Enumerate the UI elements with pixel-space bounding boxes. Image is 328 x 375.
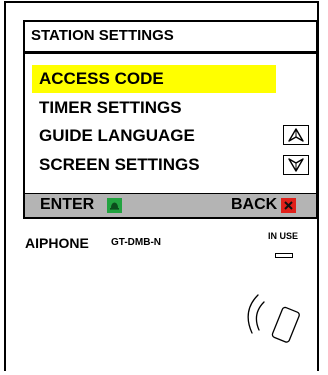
menu-item-timer-settings[interactable]: TIMER SETTINGS (32, 94, 182, 122)
back-label[interactable]: BACK (231, 194, 277, 216)
enter-label[interactable]: ENTER (40, 194, 94, 216)
scroll-down-button[interactable] (283, 155, 309, 175)
back-key[interactable] (281, 198, 296, 213)
brand-name: AIPHONE (25, 235, 89, 251)
menu-item-access-code[interactable]: ACCESS CODE (32, 65, 276, 93)
down-arrow-icon (288, 158, 304, 172)
intercom-panel: STATION SETTINGS ACCESS CODE TIMER SETTI… (4, 1, 319, 371)
menu-item-screen-settings[interactable]: SCREEN SETTINGS (32, 151, 200, 179)
lcd-screen: STATION SETTINGS ACCESS CODE TIMER SETTI… (23, 20, 318, 219)
up-arrow-icon (288, 128, 304, 142)
title-divider (25, 51, 316, 54)
nfc-reader-icon (247, 294, 300, 343)
in-use-indicator (275, 253, 293, 258)
in-use-label: IN USE (268, 231, 299, 241)
scroll-up-button[interactable] (283, 125, 309, 145)
softkey-bar: ENTER BACK (25, 193, 316, 217)
bell-icon (110, 202, 119, 210)
enter-key[interactable] (107, 198, 122, 213)
screen-title: STATION SETTINGS (31, 27, 174, 44)
close-icon (284, 201, 293, 210)
model-number: GT-DMB-N (111, 237, 161, 248)
menu-item-guide-language[interactable]: GUIDE LANGUAGE (32, 122, 195, 150)
